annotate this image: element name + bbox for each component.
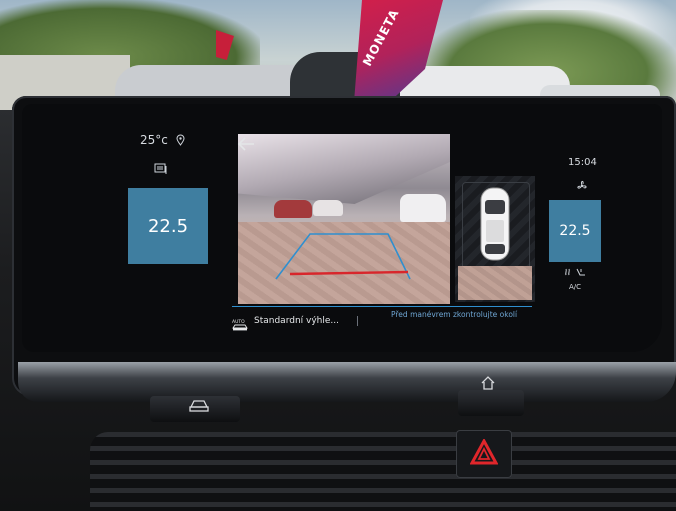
car-top-view-icon bbox=[480, 187, 510, 261]
outside-temperature: 25°c bbox=[140, 133, 168, 147]
camera-divider bbox=[232, 306, 532, 307]
top-view-floor bbox=[458, 266, 532, 300]
driver-temperature-value: 22.5 bbox=[147, 215, 189, 237]
home-icon bbox=[481, 376, 495, 390]
chrome-trim bbox=[18, 362, 676, 402]
auto-camera-icon[interactable]: AUTO bbox=[230, 317, 250, 331]
air-vent bbox=[90, 432, 676, 511]
passenger-temperature-button[interactable]: 22.5 bbox=[549, 200, 601, 262]
passenger-temperature-value: 22.5 bbox=[559, 223, 591, 239]
location-pin-icon bbox=[176, 134, 185, 146]
hazard-icon bbox=[470, 439, 498, 465]
clock: 15:04 bbox=[568, 157, 597, 168]
fan-icon[interactable] bbox=[576, 180, 588, 192]
home-physical-button[interactable] bbox=[458, 390, 524, 416]
safety-notice: Před manévrem zkontrolujte okolí bbox=[391, 310, 518, 319]
parking-guide-lines bbox=[275, 233, 411, 280]
seat-heat-icon[interactable] bbox=[564, 267, 588, 279]
rear-camera-view bbox=[238, 134, 450, 304]
svg-text:AUTO: AUTO bbox=[232, 319, 245, 325]
camera-mode-label[interactable]: Standardní výhle... bbox=[254, 316, 339, 326]
driver-temperature-button[interactable]: 22.5 bbox=[128, 188, 208, 264]
car-icon bbox=[189, 400, 209, 412]
back-arrow-icon[interactable] bbox=[236, 136, 256, 152]
ac-button[interactable]: A/C bbox=[569, 283, 581, 291]
seat-icon[interactable] bbox=[154, 163, 168, 175]
status-separator bbox=[357, 316, 358, 326]
